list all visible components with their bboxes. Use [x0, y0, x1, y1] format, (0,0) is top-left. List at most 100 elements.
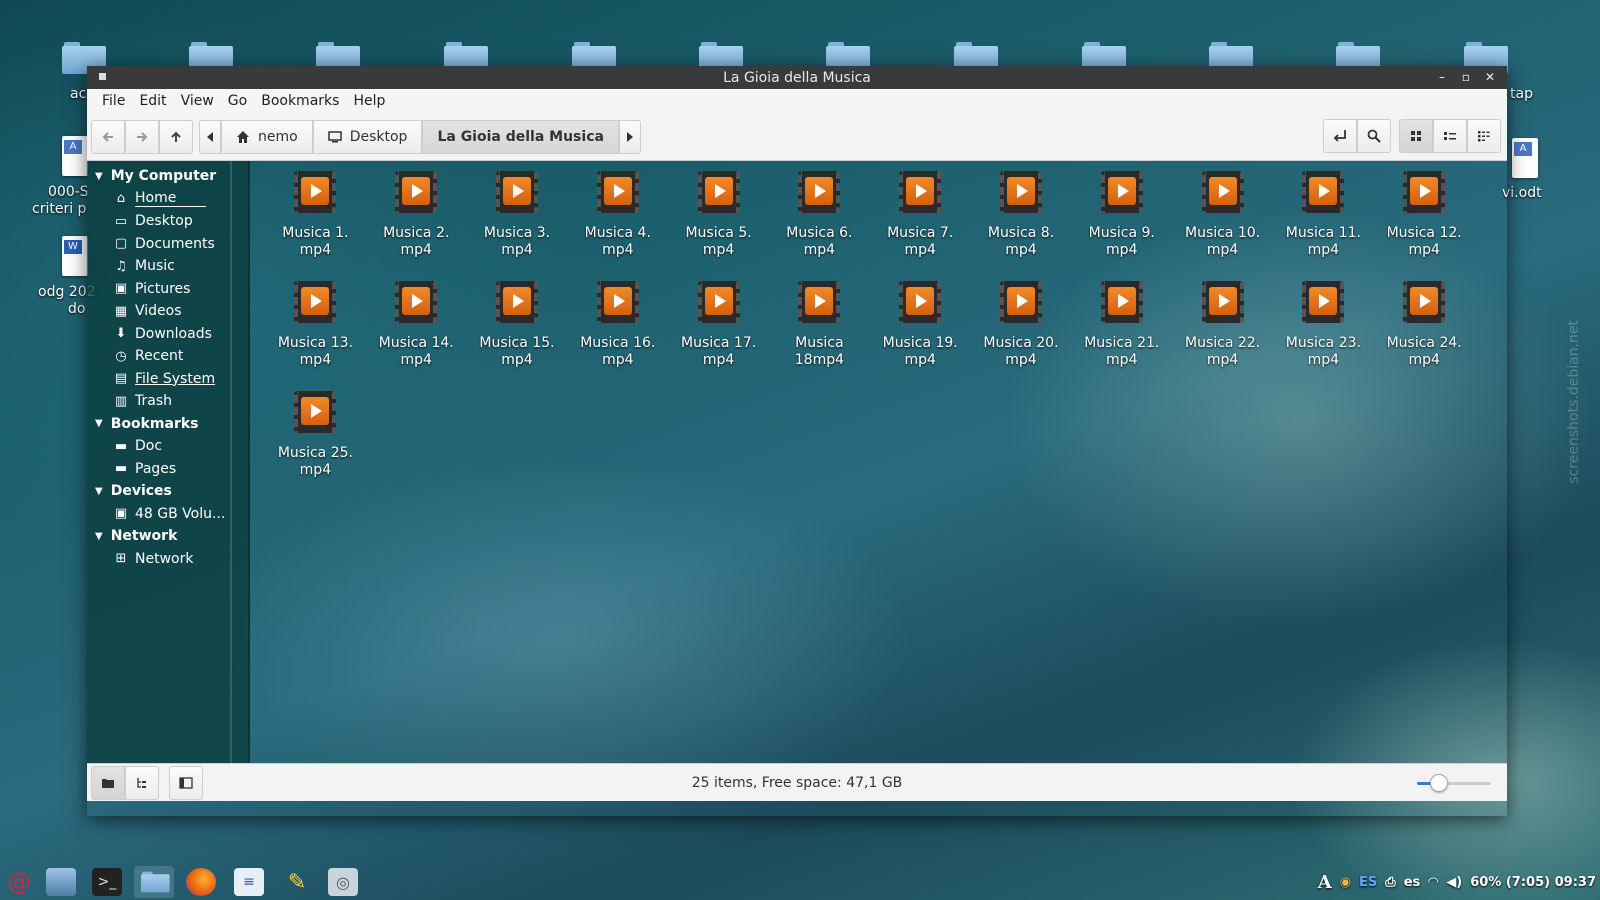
menu-bookmarks[interactable]: Bookmarks [254, 93, 346, 109]
breadcrumb-desktop[interactable]: Desktop [312, 119, 423, 154]
file-item[interactable]: Musica 17. mp4 [668, 281, 769, 391]
terminal-icon[interactable]: >_ [92, 868, 122, 896]
list-view-button[interactable] [1433, 119, 1467, 153]
breadcrumb-current[interactable]: La Gioia della Musica [422, 119, 619, 154]
document-icon[interactable]: A [1512, 138, 1538, 178]
update-notifier-icon[interactable]: ◉ [1340, 875, 1351, 890]
keyboard-layout-indicator[interactable]: ES [1359, 875, 1377, 890]
zoom-slider[interactable] [1417, 774, 1491, 792]
file-manager-taskbar-icon[interactable] [134, 866, 174, 898]
desktop-label[interactable]: tap [1510, 86, 1533, 102]
file-item[interactable]: Musica 14. mp4 [366, 281, 467, 391]
desktop-label[interactable]: criteri p [32, 201, 86, 217]
zoom-slider-handle[interactable] [1430, 774, 1449, 792]
file-item[interactable]: Musica 6. mp4 [769, 171, 870, 281]
sidebar-item-48-gb-volu[interactable]: ▣ 48 GB Volu... [87, 503, 248, 526]
sidebar-item-pictures[interactable]: ▣ Pictures [87, 278, 248, 301]
file-item[interactable]: Musica 19. mp4 [870, 281, 971, 391]
toggle-location-button[interactable] [1323, 119, 1357, 153]
menu-edit[interactable]: Edit [132, 93, 173, 109]
sidebar-item-network[interactable]: ⊞ Network [87, 548, 248, 571]
language-indicator[interactable]: es [1404, 875, 1421, 890]
debian-menu-icon[interactable]: @ [4, 868, 34, 896]
file-item[interactable]: Musica 3. mp4 [467, 171, 568, 281]
file-item[interactable]: Musica 16. mp4 [567, 281, 668, 391]
breadcrumb-scroll-left[interactable] [199, 119, 221, 154]
volume-icon[interactable]: ◀) [1446, 875, 1462, 890]
forward-button[interactable] [125, 119, 159, 154]
sidebar-section-header[interactable]: ▼ Bookmarks [87, 413, 248, 436]
expander-icon[interactable]: ▼ [95, 171, 103, 182]
show-desktop-icon[interactable] [46, 868, 76, 896]
minimize-button[interactable]: – [1435, 69, 1449, 85]
battery-clock[interactable]: 60% (7:05) 09:37 [1470, 875, 1596, 890]
file-item[interactable]: Musica 22. mp4 [1172, 281, 1273, 391]
desktop-label[interactable]: 000-S [48, 184, 89, 200]
close-button[interactable]: ✕ [1483, 69, 1497, 85]
sidebar-item-file-system[interactable]: ▤ File System [87, 368, 248, 391]
sidebar-item-home[interactable]: ⌂ Home [87, 188, 248, 211]
menu-file[interactable]: File [95, 93, 132, 109]
file-item[interactable]: Musica 10. mp4 [1172, 171, 1273, 281]
sidebar-item-trash[interactable]: ▥ Trash [87, 390, 248, 413]
file-item[interactable]: Musica 20. mp4 [971, 281, 1072, 391]
file-item[interactable]: Musica 7. mp4 [870, 171, 971, 281]
file-item[interactable]: Musica 12. mp4 [1374, 171, 1475, 281]
sidebar-item-doc[interactable]: ▬ Doc [87, 435, 248, 458]
menu-go[interactable]: Go [221, 93, 254, 109]
sidebar-item-music[interactable]: ♫ Music [87, 255, 248, 278]
writer-icon[interactable]: ≡ [234, 868, 264, 896]
breadcrumb-nemo[interactable]: nemo [221, 119, 313, 154]
file-item[interactable]: Musica 15. mp4 [467, 281, 568, 391]
toggle-sidebar-button[interactable] [169, 765, 203, 800]
file-item[interactable]: Musica 9. mp4 [1071, 171, 1172, 281]
sidebar-item-downloads[interactable]: ⬇ Downloads [87, 323, 248, 346]
desktop-label[interactable]: vi.odt [1502, 185, 1542, 201]
title-bar[interactable]: La Gioia della Musica – ▫ ✕ [87, 66, 1507, 89]
file-item[interactable]: Musica 13. mp4 [265, 281, 366, 391]
file-item[interactable]: Musica 21. mp4 [1071, 281, 1172, 391]
word-document-icon[interactable]: W [62, 236, 88, 276]
icon-view-button[interactable] [1399, 119, 1433, 153]
menu-help[interactable]: Help [346, 93, 392, 109]
sidebar-item-documents[interactable]: ▢ Documents [87, 233, 248, 256]
file-item[interactable]: Musica 8. mp4 [971, 171, 1072, 281]
desktop-label[interactable]: ac [70, 86, 86, 102]
file-item[interactable]: Musica 5. mp4 [668, 171, 769, 281]
file-item[interactable]: Musica 2. mp4 [366, 171, 467, 281]
file-item[interactable]: Musica 11. mp4 [1273, 171, 1374, 281]
sidebar-section-header[interactable]: ▼ Network [87, 525, 248, 548]
text-editor-icon[interactable]: ✎ [282, 868, 312, 896]
file-item[interactable]: Musica 23. mp4 [1273, 281, 1374, 391]
file-item[interactable]: Musica 25. mp4 [265, 391, 366, 501]
image-viewer-icon[interactable]: ◎ [328, 868, 358, 896]
compact-view-button[interactable] [1467, 119, 1501, 153]
sidebar-section-header[interactable]: ▼ My Computer [87, 165, 248, 188]
maximize-button[interactable]: ▫ [1459, 69, 1473, 85]
menu-view[interactable]: View [174, 93, 221, 109]
sidebar-section-header[interactable]: ▼ Devices [87, 480, 248, 503]
expander-icon[interactable]: ▼ [95, 486, 103, 497]
file-view[interactable]: Musica 1. mp4 Musica 2. mp4 Musica 3. mp4 M… [250, 161, 1507, 763]
back-button[interactable] [91, 119, 125, 154]
expander-icon[interactable]: ▼ [95, 418, 103, 429]
firefox-icon[interactable] [186, 868, 216, 896]
breadcrumb-scroll-right[interactable] [618, 119, 641, 154]
expander-icon[interactable]: ▼ [95, 531, 103, 542]
file-item[interactable]: Musica 24. mp4 [1374, 281, 1475, 391]
window-menu-icon[interactable] [99, 73, 106, 80]
search-button[interactable] [1357, 119, 1391, 153]
sidebar-item-videos[interactable]: ▦ Videos [87, 300, 248, 323]
file-item[interactable]: Musica 18mp4 [769, 281, 870, 391]
document-icon[interactable]: A [62, 136, 88, 176]
desktop-label[interactable]: do [68, 301, 85, 317]
sidebar-item-recent[interactable]: ◷ Recent [87, 345, 248, 368]
show-treeview-button[interactable] [125, 765, 159, 800]
file-item[interactable]: Musica 4. mp4 [567, 171, 668, 281]
wifi-icon[interactable]: ◠ [1428, 875, 1438, 890]
accessibility-icon[interactable]: A [1318, 872, 1332, 893]
file-item[interactable]: Musica 1. mp4 [265, 171, 366, 281]
up-button[interactable] [159, 119, 193, 154]
printer-icon[interactable]: ⎙ [1385, 875, 1395, 890]
show-places-button[interactable] [91, 765, 125, 800]
